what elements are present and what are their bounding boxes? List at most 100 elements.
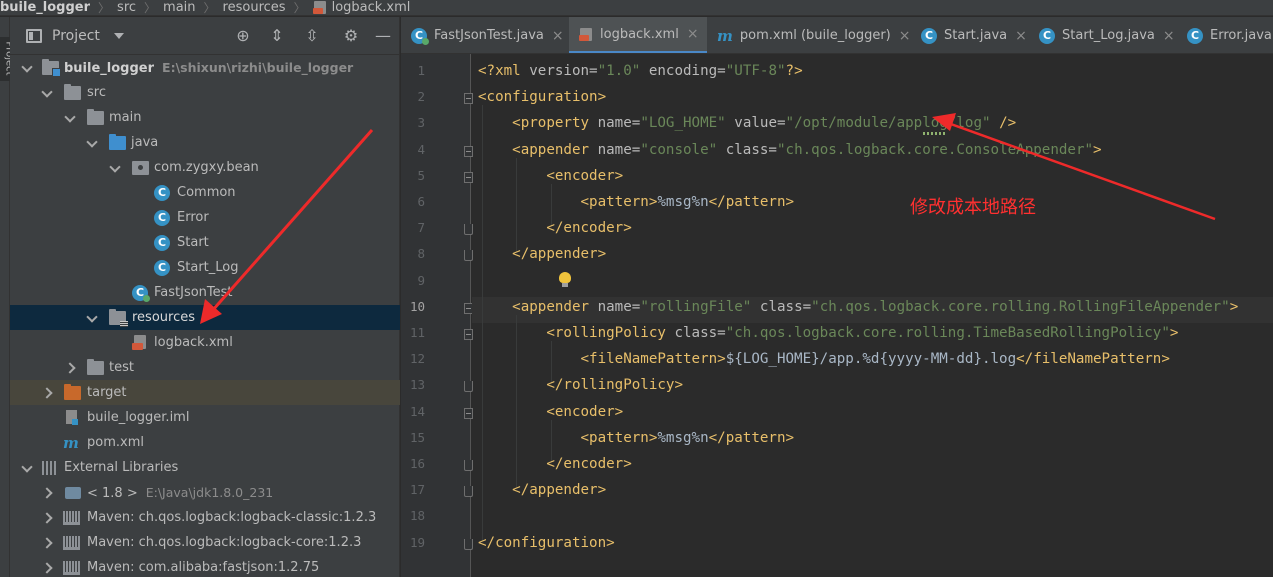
- breadcrumb-item-main[interactable]: main: [163, 0, 195, 15]
- tree-item-fastjson[interactable]: Maven: com.alibaba:fastjson:1.2.75: [10, 555, 400, 577]
- close-icon[interactable]: ×: [687, 26, 699, 42]
- tab-logback-xml[interactable]: logback.xml ×: [569, 17, 707, 53]
- class-icon: C: [154, 185, 170, 201]
- tab-start-log-java[interactable]: C Start_Log.java ×: [1029, 17, 1177, 53]
- class-icon: C: [1187, 27, 1203, 44]
- breadcrumb-item-logback-xml[interactable]: logback.xml: [312, 0, 411, 15]
- tree-item-class-error[interactable]: C Error: [10, 205, 400, 230]
- tree-item-class-start[interactable]: C Start: [10, 230, 400, 255]
- breadcrumb-label: logback.xml: [331, 0, 411, 15]
- code-token: <pattern>: [580, 194, 658, 210]
- code-area[interactable]: <?xml version="1.0" encoding="UTF-8"?> <c…: [472, 54, 1273, 577]
- collapse-arrow-icon[interactable]: [44, 388, 54, 398]
- tab-fastjsontest-java[interactable]: C FastJsonTest.java ×: [401, 17, 567, 53]
- tree-item-label: resources: [132, 310, 196, 325]
- tree-item-label: Error: [177, 210, 209, 225]
- tree-item-target[interactable]: target: [10, 380, 400, 405]
- tree-item-logback-core[interactable]: Maven: ch.qos.logback:logback-core:1.2.3: [10, 530, 400, 555]
- close-icon[interactable]: ×: [552, 28, 564, 44]
- code-token: <fileNamePattern>: [580, 351, 726, 368]
- excluded-folder-icon: [64, 384, 81, 400]
- code-line: <fileNamePattern>${LOG_HOME}/app.%d{yyyy…: [478, 349, 1170, 369]
- tree-item-class-fastjsontest[interactable]: C FastJsonTest: [10, 280, 400, 305]
- xml-file-icon: [132, 335, 147, 350]
- expand-arrow-icon[interactable]: [22, 463, 32, 473]
- code-token: </pattern>: [708, 429, 795, 446]
- code-token: "UTF-8": [725, 63, 786, 79]
- tree-item-test[interactable]: test: [10, 355, 400, 380]
- tab-pom-xml[interactable]: m pom.xml (buile_logger) ×: [707, 17, 911, 53]
- tree-item-label: Common: [177, 185, 236, 200]
- tree-item-java[interactable]: java: [10, 130, 400, 155]
- expand-arrow-icon[interactable]: [110, 163, 120, 173]
- code-token: "ch.qos.logback.core.ConsoleAppender": [776, 141, 1094, 158]
- tree-item-logback-classic[interactable]: Maven: ch.qos.logback:logback-classic:1.…: [10, 505, 400, 530]
- line-number: 16: [409, 456, 425, 471]
- tree-item-jdk[interactable]: < 1.8 > E:\Java\jdk1.8.0_231: [10, 480, 400, 505]
- breadcrumb-item-resources[interactable]: resources: [223, 0, 286, 15]
- hide-icon[interactable]: —: [374, 27, 392, 45]
- chevron-down-icon[interactable]: [113, 32, 124, 39]
- tree-item-label: Maven: com.alibaba:fastjson:1.2.75: [87, 560, 320, 575]
- line-number: 3: [417, 115, 425, 131]
- tree-item-label: src: [87, 85, 106, 100]
- tree-item-src[interactable]: src: [10, 80, 400, 105]
- tree-item-buile-logger[interactable]: buile_logger E:\shixun\rizhi\buile_logger: [10, 55, 400, 80]
- tree-item-package[interactable]: com.zygxy.bean: [10, 155, 400, 180]
- expand-all-icon[interactable]: ⇕: [268, 27, 286, 45]
- tree-item-label: Maven: ch.qos.logback:logback-core:1.2.3: [87, 535, 362, 550]
- code-token: ?>: [785, 63, 803, 79]
- tab-error-java[interactable]: C Error.java: [1177, 17, 1273, 53]
- collapse-arrow-icon[interactable]: [44, 538, 54, 548]
- expand-arrow-icon[interactable]: [42, 88, 52, 98]
- collapse-arrow-icon[interactable]: [67, 363, 77, 373]
- tree-item-iml[interactable]: buile_logger.iml: [10, 405, 400, 430]
- expand-arrow-icon[interactable]: [87, 138, 97, 148]
- line-number: 15: [409, 429, 425, 445]
- tree-item-class-start-log[interactable]: C Start_Log: [10, 255, 400, 280]
- close-icon[interactable]: ×: [1015, 28, 1027, 44]
- collapse-arrow-icon[interactable]: [44, 563, 54, 573]
- tab-label: pom.xml (buile_logger): [739, 28, 891, 43]
- tree-item-external-libraries[interactable]: External Libraries: [10, 455, 400, 480]
- typo-underline: [921, 132, 945, 136]
- intention-bulb-icon[interactable]: [558, 271, 572, 288]
- line-number-gutter[interactable]: 1 2 3 4 5 6 7 8 9 10 11 12 13 14 15 16 17 18 19: [401, 54, 473, 577]
- code-line: <encoder>: [478, 166, 623, 186]
- tab-start-java[interactable]: C Start.java ×: [911, 17, 1029, 53]
- close-icon[interactable]: ×: [1163, 28, 1175, 44]
- tab-label: Start_Log.java: [1062, 28, 1155, 43]
- tree-item-label: External Libraries: [64, 460, 179, 475]
- collapse-arrow-icon[interactable]: [44, 488, 54, 498]
- code-token: <property: [512, 115, 598, 132]
- editor-tabs: C FastJsonTest.java × logback.xml × m po…: [401, 17, 1273, 54]
- code-token: %msg%n: [657, 194, 709, 210]
- breadcrumb-item-project[interactable]: buile_logger: [0, 0, 90, 15]
- line-number: 17: [409, 482, 425, 498]
- locate-icon[interactable]: ⊕: [234, 27, 252, 45]
- expand-arrow-icon[interactable]: [65, 113, 75, 123]
- expand-arrow-icon[interactable]: [87, 313, 97, 323]
- code-token: <appender: [512, 141, 598, 158]
- code-token: class=: [717, 141, 777, 158]
- close-icon[interactable]: ×: [899, 28, 911, 44]
- tree-item-resources[interactable]: resources: [10, 305, 400, 330]
- project-panel-title[interactable]: Project: [52, 28, 100, 44]
- tree-item-label: target: [87, 385, 127, 400]
- breadcrumb-item-src[interactable]: src: [117, 0, 136, 15]
- expand-arrow-icon[interactable]: [22, 63, 32, 73]
- tool-window-strip: Project: [0, 17, 16, 577]
- tree-item-logback-xml[interactable]: logback.xml: [10, 330, 400, 355]
- settings-icon[interactable]: ⚙: [342, 27, 360, 45]
- line-number: 1: [417, 63, 425, 78]
- code-token: </configuration>: [478, 534, 615, 551]
- folder-icon: [87, 359, 104, 375]
- collapse-all-icon[interactable]: ⇳: [303, 27, 321, 45]
- code-token: name=: [597, 298, 641, 315]
- collapse-arrow-icon[interactable]: [44, 513, 54, 523]
- source-folder-icon: [109, 134, 126, 150]
- code-line: <appender name="rollingFile" class="ch.q…: [478, 297, 1238, 317]
- tree-item-pom-xml[interactable]: m pom.xml: [10, 430, 400, 455]
- tree-item-main[interactable]: main: [10, 105, 400, 130]
- tree-item-class-common[interactable]: C Common: [10, 180, 400, 205]
